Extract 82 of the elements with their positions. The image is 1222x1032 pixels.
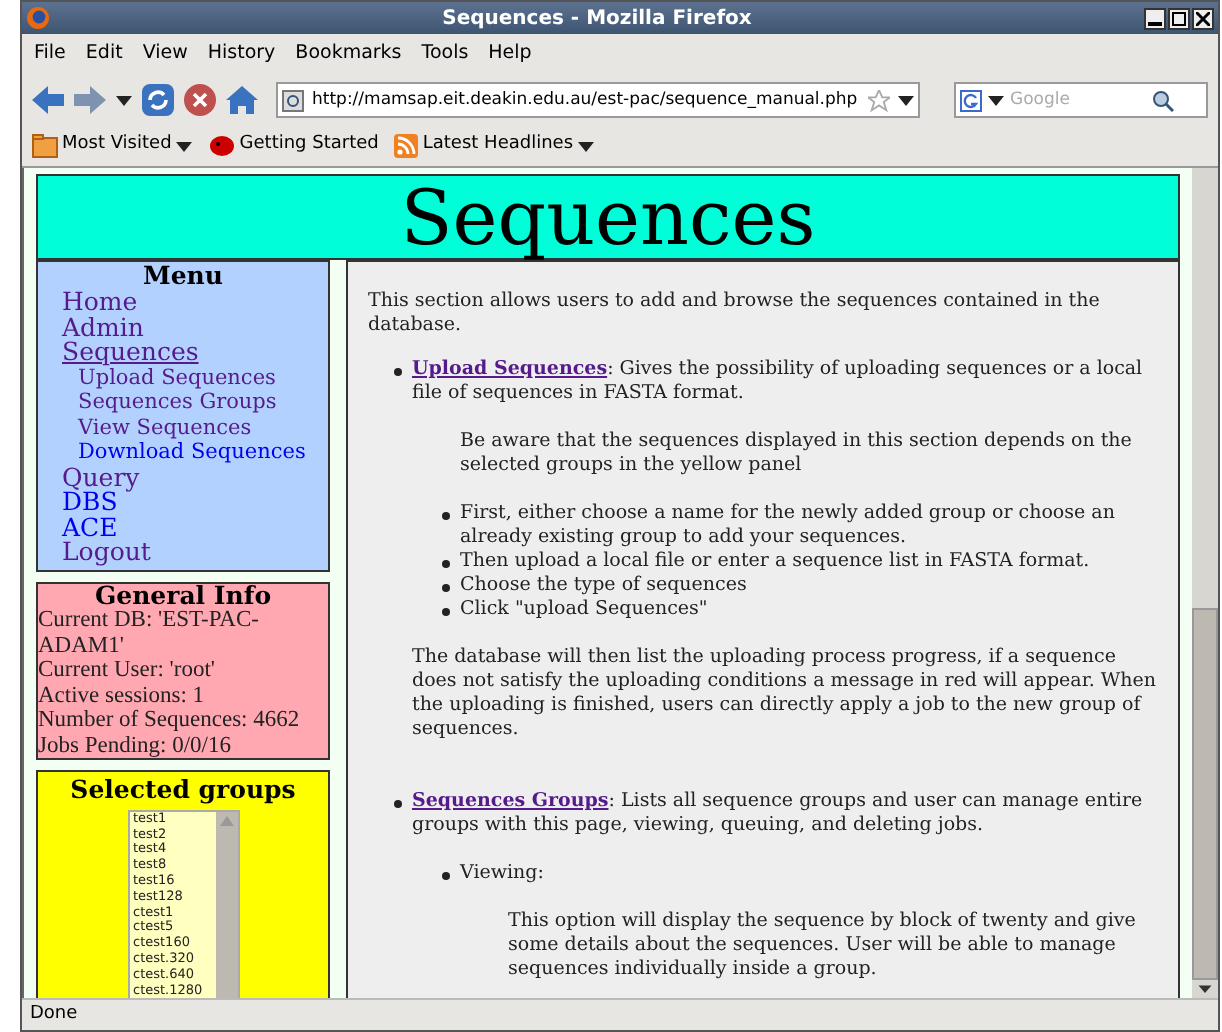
menu-title: Menu [141,262,225,290]
intro-text: This section allows users to add and browse the sequences contained in the database. [368,290,1102,338]
menu-link[interactable]: ACE [62,515,118,540]
section-link[interactable]: Sequences Groups [412,790,609,812]
status-text: Done [30,1001,78,1028]
forward-arrow-icon[interactable] [74,86,106,114]
step-text: First, either choose a name for the newly added group or choose an already existing group to add your sequences. [460,502,1117,550]
menu-link[interactable]: Sequences Groups [78,390,277,415]
bullet-icon [442,584,450,592]
caret-icon [175,141,192,151]
menu-link[interactable]: Home [62,290,138,315]
close-button[interactable] [1192,7,1214,29]
caret-icon [898,95,914,105]
menu-link[interactable]: Download Sequences [78,440,306,465]
search-engine-icon [960,89,982,111]
menu-item[interactable]: File [34,39,66,69]
address-field[interactable]: http://mamsap.eit.deakin.edu.au/est-pac/sequence_manual.php [276,82,920,118]
sub-label: Viewing: [460,862,546,886]
section-text: Upload Sequences: Gives the possibility of uploading sequences or a local file of sequences in FASTA format. [412,358,1145,406]
window-title: Sequences - Mozilla Firefox [440,5,754,33]
step-text: Choose the type of sequences [460,574,749,598]
menu-item[interactable]: Help [488,39,532,69]
bullet-icon [442,608,450,616]
caret-icon [577,141,594,151]
menu-link[interactable]: Query [62,465,140,490]
bullet-icon [442,560,450,568]
bookmark-item[interactable]: Latest Headlines [394,132,594,160]
address-text: http://mamsap.eit.deakin.edu.au/est-pac/sequence_manual.php [312,87,860,113]
panel-title: Selected groups [70,772,296,808]
close-icon [1196,11,1210,25]
bullet-icon [442,512,450,520]
menu-link[interactable]: Sequences [62,340,199,365]
menu-link[interactable]: Upload Sequences [78,365,276,390]
page-scrollbar[interactable] [1192,168,1218,998]
listbox-scrollbar[interactable] [215,811,237,998]
note-text: Be aware that the sequences displayed in this section depends on the selected groups in the yellow panel [460,430,1134,478]
menu-item[interactable]: History [207,39,276,69]
info-line: Current DB: 'EST-PAC-ADAM1' [38,608,261,658]
menu-item[interactable]: View [142,39,188,69]
page-heading: Sequences [400,179,816,255]
menu-item[interactable]: Tools [421,39,469,69]
sub-text: This option will display the sequence by block of twenty and give some details about the sequences. User will be able to manage sequences individually inside a group. [508,910,1138,982]
search-field[interactable]: Google [954,82,1208,118]
menu-link[interactable]: View Sequences [78,415,252,440]
back-arrow-icon[interactable] [32,86,64,114]
step-text: Click "upload Sequences" [460,598,710,622]
menu-link[interactable]: Logout [62,540,151,565]
site-icon [282,89,304,111]
menu-item[interactable]: Bookmarks [295,39,402,69]
rss-icon [394,134,419,158]
search-icon[interactable] [1152,89,1174,111]
maximize-button[interactable] [1168,7,1190,29]
star-icon[interactable] [868,89,890,111]
bullet-icon [442,872,450,880]
result-text: The database will then list the uploading process progress, if a sequence does not satisfy the uploading conditions a message in red will appear. When the uploading is finished, users can directly apply a job to the new group of sequences. [412,646,1158,742]
info-line: Number of Sequences: 4662 [38,708,302,733]
bookmark-item[interactable]: Getting Started [207,132,379,160]
bookmark-item[interactable]: Most Visited [32,132,192,160]
bullet-icon [394,368,402,376]
menu-item[interactable]: Edit [85,39,123,69]
bug-icon [207,134,236,158]
section-link[interactable]: Upload Sequences [412,358,608,380]
caret-icon [116,95,132,105]
folder-icon [32,134,58,158]
menu-link[interactable]: DBS [62,490,118,515]
info-line: Jobs Pending: 0/0/16 [38,733,233,758]
minimize-button[interactable] [1144,7,1166,29]
browser-logo-icon [26,6,50,30]
search-input[interactable]: Google [1010,87,1146,113]
info-line: Current User: 'root' [38,658,217,683]
maximize-icon [1172,11,1186,25]
section-text: Sequences Groups: Lists all sequence groups and user can manage entire groups with this page, viewing, queuing, and deleting jobs. [412,790,1145,838]
reload-icon[interactable] [142,84,174,116]
step-text: Then upload a local file or enter a sequence list in FASTA format. [460,550,1092,574]
caret-icon [988,95,1004,105]
info-line: Active sessions: 1 [38,683,207,708]
panel-title: General Info [92,583,274,608]
stop-icon[interactable] [184,84,216,116]
home-icon[interactable] [226,84,258,116]
scrollbar-thumb[interactable] [1192,608,1218,980]
menu-link[interactable]: Admin [62,315,144,340]
bullet-icon [394,800,402,808]
